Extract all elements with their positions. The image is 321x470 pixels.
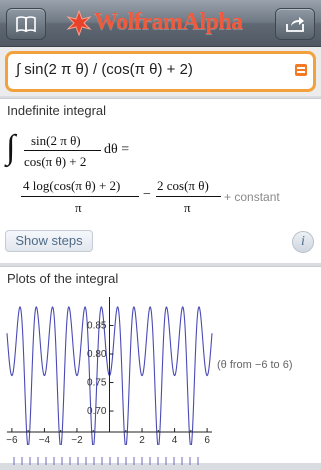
integral-plot: −6 −4 −2 2 4 6 0.70 0.75 0.80 0.85 <box>6 297 213 445</box>
y-tick-label: 0.85 <box>87 321 107 332</box>
x-tick-label: −2 <box>71 435 83 445</box>
pod-plots: Plots of the integral −6 −4 −2 2 4 6 0.70 0.75 0… <box>0 266 321 463</box>
query-text[interactable]: ∫ sin(2 π θ) / (cos(π θ) + 2) <box>16 61 193 78</box>
x-tick-label: 6 <box>204 435 210 445</box>
book-icon <box>16 16 36 33</box>
minus-sign: − <box>143 187 151 202</box>
plus-constant: + constant <box>224 190 280 204</box>
next-pod-strip <box>0 452 321 465</box>
term2-numerator: 2 cos(π θ) <box>157 178 209 193</box>
pod-title: Plots of the integral <box>7 271 119 286</box>
x-tick-label: 4 <box>172 435 178 445</box>
pod-title: Indefinite integral <box>7 103 107 118</box>
next-pod-preview <box>13 457 199 465</box>
y-tick-label: 0.80 <box>87 349 107 360</box>
x-tick-label: −6 <box>6 435 18 445</box>
share-icon <box>286 17 304 32</box>
y-tick-label: 0.75 <box>87 378 107 389</box>
term1-denominator: π <box>75 200 82 215</box>
term1-numerator: 4 log(cos(π θ) + 2) <box>23 178 121 193</box>
book-button[interactable] <box>6 8 46 40</box>
integral-sign: ∫ <box>6 129 16 166</box>
x-tick-label: −4 <box>39 435 51 445</box>
brand-name: WolframAlpha <box>94 9 243 35</box>
integrand-denominator: cos(π θ) + 2 <box>24 154 87 169</box>
fraction-line <box>21 196 139 197</box>
plot-range-note: (θ from −6 to 6) <box>217 359 293 371</box>
wolfram-star-icon <box>66 10 92 36</box>
fraction-line <box>156 196 221 197</box>
pod-indefinite-integral: Indefinite integral ∫ sin(2 π θ) cos(π θ… <box>0 98 321 263</box>
info-icon[interactable]: i <box>292 231 314 253</box>
integrand-numerator: sin(2 π θ) <box>31 133 81 148</box>
y-tick-label: 0.70 <box>87 406 107 417</box>
query-menu-icon[interactable] <box>295 64 307 76</box>
top-bar: WolframAlpha <box>0 0 321 47</box>
d-theta: dθ = <box>104 142 130 157</box>
brand-logo: WolframAlpha <box>66 9 256 37</box>
x-tick-label: 2 <box>139 435 145 445</box>
query-input[interactable]: ∫ sin(2 π θ) / (cos(π θ) + 2) <box>5 51 316 92</box>
query-area: ∫ sin(2 π θ) / (cos(π θ) + 2) <box>0 47 321 96</box>
share-button[interactable] <box>275 8 315 40</box>
fraction-line <box>24 150 101 151</box>
term2-denominator: π <box>184 200 191 215</box>
show-steps-button[interactable]: Show steps <box>5 230 93 252</box>
